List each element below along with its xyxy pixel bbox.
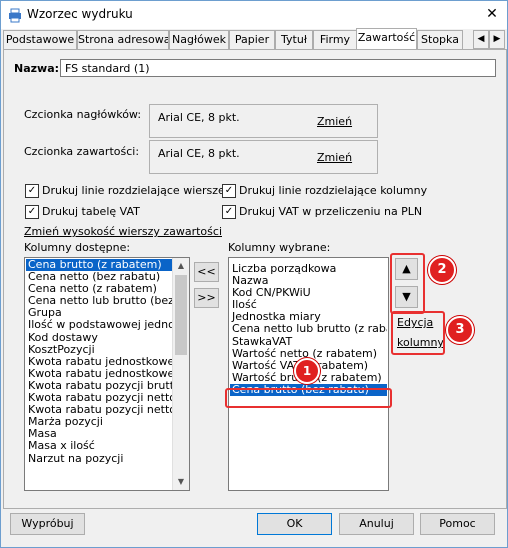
- tab-podstawowe[interactable]: Podstawowe: [3, 30, 77, 49]
- list-item[interactable]: Kwota rabatu pozycji netto: [26, 392, 172, 404]
- tab-strona-adresowa[interactable]: Strona adresowa: [77, 30, 169, 49]
- header-font-change-link[interactable]: Zmień: [317, 115, 352, 128]
- checkbox-vat-pln[interactable]: ✓: [222, 205, 236, 219]
- tab-scroll-right-icon[interactable]: ▶: [489, 30, 505, 49]
- header-font-value: Arial CE, 8 pkt.: [158, 111, 240, 124]
- list-item[interactable]: Cena netto (bez rabatu): [26, 271, 172, 283]
- tab-zawartosc[interactable]: Zawartość: [356, 28, 417, 50]
- list-item[interactable]: Narzut na pozycji: [26, 453, 172, 465]
- available-scrollbar[interactable]: ▲ ▼: [172, 258, 189, 490]
- content-font-change-link[interactable]: Zmień: [317, 151, 352, 164]
- name-label: Nazwa:: [14, 62, 60, 75]
- list-item[interactable]: Kwota rabatu jednostkowego: [26, 368, 172, 380]
- highlight-edit-link: [391, 311, 445, 355]
- help-button[interactable]: Pomoc: [420, 513, 495, 535]
- content-font-label: Czcionka zawartości:: [24, 145, 140, 158]
- remove-column-button[interactable]: >>: [194, 288, 219, 308]
- preview-button[interactable]: Wypróbuj: [10, 513, 85, 535]
- scroll-down-icon[interactable]: ▼: [173, 474, 189, 490]
- tab-papier[interactable]: Papier: [229, 30, 275, 49]
- tab-tytul[interactable]: Tytuł: [275, 30, 313, 49]
- tab-scroll-left-icon[interactable]: ◀: [473, 30, 489, 49]
- checkbox-row-lines[interactable]: ✓: [25, 184, 39, 198]
- available-columns-label: Kolumny dostępne:: [24, 241, 131, 254]
- list-item[interactable]: Jednostka miary: [230, 311, 387, 323]
- list-item[interactable]: Masa x ilość: [26, 440, 172, 452]
- callout-badge-1: 1: [294, 358, 320, 384]
- list-item[interactable]: Ilość w podstawowej jednosto: [26, 319, 172, 331]
- header-font-box: Arial CE, 8 pkt. Zmień: [149, 104, 378, 138]
- list-item[interactable]: Grupa: [26, 307, 172, 319]
- app-printer-icon: [7, 7, 23, 23]
- list-item[interactable]: Kwota rabatu jednostkowego: [26, 356, 172, 368]
- list-item[interactable]: Kod dostawy: [26, 332, 172, 344]
- checkbox-column-lines[interactable]: ✓: [222, 184, 236, 198]
- ok-button[interactable]: OK: [257, 513, 332, 535]
- list-item[interactable]: KosztPozycji: [26, 344, 172, 356]
- list-item[interactable]: Ilość: [230, 299, 387, 311]
- title-bar: Wzorzec wydruku ✕: [1, 1, 507, 29]
- tab-strip: Podstawowe Strona adresowa Nagłówek Papi…: [3, 28, 507, 50]
- list-item[interactable]: Marża pozycji: [26, 416, 172, 428]
- list-item[interactable]: Cena netto lub brutto (z rabat: [230, 323, 387, 335]
- checkbox-vat-pln-label: Drukuj VAT w przeliczeniu na PLN: [239, 205, 423, 218]
- checkbox-row-lines-label: Drukuj linie rozdzielające wiersze: [42, 184, 225, 197]
- tab-stopka[interactable]: Stopka: [417, 30, 463, 49]
- list-item[interactable]: Cena netto lub brutto (bez ra: [26, 295, 172, 307]
- list-item[interactable]: Liczba porządkowa: [230, 263, 387, 275]
- dialog-window: Wzorzec wydruku ✕ Podstawowe Strona adre…: [0, 0, 508, 548]
- callout-badge-2: 2: [428, 256, 456, 284]
- list-item[interactable]: Kod CN/PKWiU: [230, 287, 387, 299]
- window-title: Wzorzec wydruku: [27, 7, 133, 21]
- list-item[interactable]: Cena brutto (z rabatem): [26, 259, 172, 272]
- cancel-button[interactable]: Anuluj: [339, 513, 414, 535]
- add-column-button[interactable]: <<: [194, 262, 219, 282]
- list-item[interactable]: Kwota rabatu pozycji brutto: [26, 380, 172, 392]
- available-columns-list[interactable]: Cena brutto (z rabatem) Cena netto (bez …: [24, 257, 190, 491]
- content-font-value: Arial CE, 8 pkt.: [158, 147, 240, 160]
- header-font-label: Czcionka nagłówków:: [24, 108, 142, 121]
- content-font-box: Arial CE, 8 pkt. Zmień: [149, 140, 378, 174]
- list-item[interactable]: StawkaVAT: [230, 336, 387, 348]
- tab-panel-zawartosc: Nazwa: Czcionka nagłówków: Arial CE, 8 p…: [3, 49, 507, 509]
- tab-naglowek[interactable]: Nagłówek: [169, 30, 229, 49]
- callout-badge-3: 3: [446, 316, 474, 344]
- row-height-link[interactable]: Zmień wysokość wierszy zawartości: [24, 225, 222, 238]
- checkbox-vat-table-label: Drukuj tabelę VAT: [42, 205, 140, 218]
- list-item[interactable]: Cena netto (z rabatem): [26, 283, 172, 295]
- checkbox-column-lines-label: Drukuj linie rozdzielające kolumny: [239, 184, 428, 197]
- highlight-order-buttons: [390, 253, 425, 314]
- checkbox-vat-table[interactable]: ✓: [25, 205, 39, 219]
- name-input[interactable]: [60, 59, 496, 77]
- scroll-thumb[interactable]: [175, 275, 187, 355]
- list-item[interactable]: Kwota rabatu pozycji netto lu: [26, 404, 172, 416]
- chosen-columns-label: Kolumny wybrane:: [228, 241, 331, 254]
- scroll-up-icon[interactable]: ▲: [173, 258, 189, 274]
- highlight-selected-column: [225, 388, 392, 408]
- tab-firmy[interactable]: Firmy: [313, 30, 357, 49]
- list-item[interactable]: Nazwa: [230, 275, 387, 287]
- list-item[interactable]: Masa: [26, 428, 172, 440]
- close-button[interactable]: ✕: [481, 4, 503, 26]
